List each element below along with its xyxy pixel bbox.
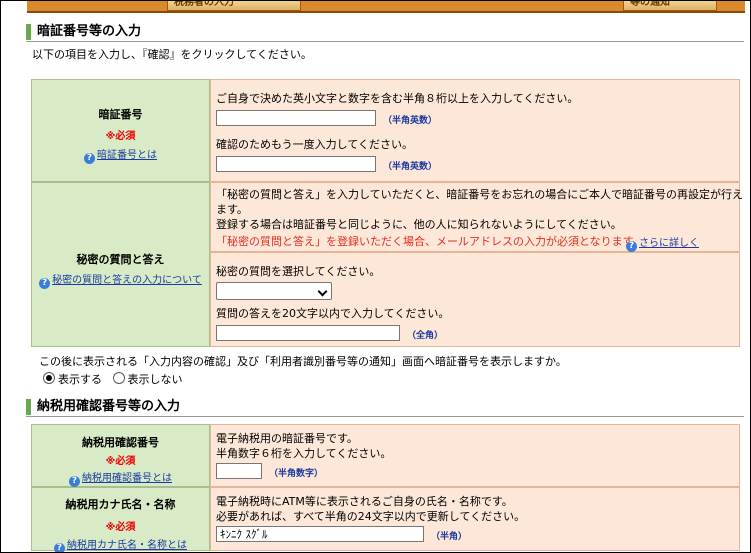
secret-info-cell: 「秘密の質問と答え」を入力していただくと、暗証番号をお忘れの場合にご本人で暗証番… — [210, 182, 744, 252]
radio-hide[interactable]: 表示しない — [112, 372, 183, 386]
pin-label-cell: 暗証番号 ※必須 ? 暗証番号とは — [31, 79, 210, 182]
pin-label: 暗証番号 — [98, 108, 143, 121]
kana-required-badge: ※必須 — [105, 522, 136, 533]
more-info-link[interactable]: ? さらに詳しく — [626, 234, 699, 252]
secret-answer-input[interactable] — [216, 325, 400, 341]
tax-code-required-badge: ※必須 — [105, 456, 136, 467]
secret-warning: 「秘密の質問と答え」を登録いただく場合、メールアドレスの入力が必須となります。 — [216, 235, 644, 248]
secret-desc-2: ます。 — [216, 203, 248, 216]
radio-selected-icon — [43, 372, 55, 384]
display-options: 表示する 表示しない — [43, 371, 183, 387]
secret-desc-3: 登録する場合は暗証番号と同じように、他の人に知られないようにしてください。 — [216, 218, 622, 231]
kana-input-cell: 電子納税時にATM等に表示されるご自身の氏名・名称です。 必要があれば、すべて半… — [210, 487, 740, 551]
radio-unselected-icon — [112, 372, 125, 384]
pin-input[interactable] — [216, 110, 376, 126]
pin-confirm-input[interactable] — [216, 156, 376, 172]
question-circle-icon: ? — [84, 153, 95, 164]
secret-question-select[interactable] — [216, 282, 332, 300]
question-circle-icon: ? — [626, 241, 637, 252]
kana-desc-2: 必要があれば、すべて半角の24文字以内で更新してください。 — [216, 510, 526, 523]
secret-input-cell: 秘密の質問を選択してください。 質問の答えを20文字以内で入力してください。 （… — [210, 252, 740, 347]
tax-code-hint: （半角数字） — [269, 469, 324, 479]
secret-select-label: 秘密の質問を選択してください。 — [216, 265, 381, 278]
kana-input[interactable] — [216, 526, 424, 542]
tax-code-label-cell: 納税用確認番号 ※必須 ? 納税用確認番号とは — [31, 424, 210, 487]
section-divider — [26, 416, 744, 417]
pin-hint: （半角英数） — [383, 116, 438, 126]
pin-confirm-label: 確認のためもう一度入力してください。 — [216, 138, 414, 151]
secret-label: 秘密の質問と答え — [76, 253, 165, 266]
secret-label-cell: 秘密の質問と答え ? 秘密の質問と答えの入力について — [31, 182, 210, 347]
question-circle-icon: ? — [69, 476, 80, 487]
pin-required-badge: ※必須 — [105, 131, 136, 142]
page-frame: 税務者の入力 等の通知 暗証番号等の入力 以下の項目を入力し、『確認』をクリック… — [0, 0, 751, 553]
pin-help-link[interactable]: ? 暗証番号とは — [32, 146, 209, 164]
pin-confirm-hint: （半角英数） — [383, 162, 438, 172]
secret-desc-1: 「秘密の質問と答え」を入力していただくと、暗証番号をお忘れの場合にご本人で暗証番… — [216, 188, 744, 201]
question-circle-icon: ? — [54, 543, 65, 552]
pin-description: ご自身で決めた英小文字と数字を含む半角８桁以上を入力してください。 — [216, 92, 579, 105]
tax-code-input[interactable] — [216, 463, 262, 479]
kana-hint: （半角） — [431, 532, 468, 542]
kana-desc-1: 電子納税時にATM等に表示されるご自身の氏名・名称です。 — [216, 495, 513, 508]
tab-notification: 等の通知 — [623, 1, 717, 11]
intro-text: 以下の項目を入力し、『確認』をクリックしてください。 — [32, 48, 312, 61]
secret-answer-hint: （全角） — [407, 331, 444, 341]
section-title-tax: 納税用確認番号等の入力 — [26, 399, 180, 415]
section-divider — [26, 41, 744, 42]
tax-code-help-link[interactable]: ? 納税用確認番号とは — [32, 469, 209, 487]
secret-answer-label: 質問の答えを20文字以内で入力してください。 — [216, 307, 450, 320]
tax-code-desc-2: 半角数字６桁を入力してください。 — [216, 447, 392, 460]
secret-help-link[interactable]: ? 秘密の質問と答えの入力について — [32, 271, 209, 289]
pin-input-cell: ご自身で決めた英小文字と数字を含む半角８桁以上を入力してください。 （半角英数）… — [210, 79, 740, 182]
step-tabs-bar: 税務者の入力 等の通知 — [27, 1, 745, 13]
tax-code-label: 納税用確認番号 — [82, 436, 159, 449]
section-title-pin: 暗証番号等の入力 — [26, 24, 141, 40]
kana-help-link[interactable]: ? 納税用カナ氏名・名称とは — [32, 536, 209, 552]
display-question: この後に表示される「入力内容の確認」及び「利用者識別番号等の通知」画面へ暗証番号… — [39, 355, 567, 368]
radio-show[interactable]: 表示する — [43, 372, 102, 386]
tax-code-input-cell: 電子納税用の暗証番号です。 半角数字６桁を入力してください。 （半角数字） — [210, 424, 740, 487]
tab-taxpayer-input: 税務者の入力 — [167, 1, 301, 11]
tax-code-desc-1: 電子納税用の暗証番号です。 — [216, 432, 358, 445]
question-circle-icon: ? — [39, 278, 51, 289]
kana-label-cell: 納税用カナ氏名・名称 ※必須 ? 納税用カナ氏名・名称とは — [31, 487, 210, 552]
kana-label: 納税用カナ氏名・名称 — [65, 498, 176, 511]
